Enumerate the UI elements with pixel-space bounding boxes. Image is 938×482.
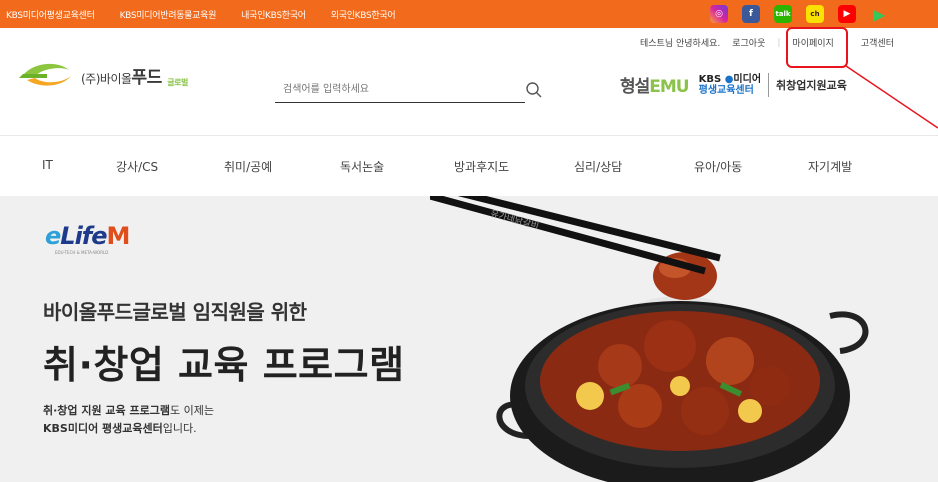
nav-item-child[interactable]: 유아/아동 (694, 158, 742, 175)
link-kbs-korean-native[interactable]: 내국인KBS한국어 (241, 8, 306, 21)
partner-logos: 형설EMU KBS ●미디어 평생교육센터 취창업지원교육 (620, 72, 847, 97)
header-divider (0, 135, 938, 136)
nav-item-it[interactable]: IT (42, 158, 53, 172)
hero-headline-large: 취·창업 교육 프로그램 (43, 343, 405, 387)
instagram-icon[interactable]: ◎ (710, 5, 728, 23)
search-bar (275, 77, 542, 103)
hero-desc1-rest: 도 이제는 (170, 404, 214, 417)
logo-corp: (주)바이올 (81, 71, 132, 86)
top-links: KBS미디어평생교육센터 KBS미디어반려동물교육원 내국인KBS한국어 외국인… (6, 0, 420, 28)
link-kbs-lifelong[interactable]: KBS미디어평생교육센터 (6, 8, 95, 21)
elifem-subtitle: EDU-TECH & META-WORLD (55, 250, 109, 255)
emu-brand: EMU (649, 77, 689, 97)
social-links: ◎ f talk ch ▶ ▶ (710, 5, 888, 24)
hero-banner[interactable]: eLifeM EDU-TECH & META-WORLD 바이올푸드글로벌 임직… (0, 196, 938, 482)
nav-item-psychology[interactable]: 심리/상담 (574, 158, 622, 175)
search-input[interactable] (275, 77, 495, 102)
playstore-icon[interactable]: ▶ (870, 5, 888, 24)
support-link[interactable]: 고객센터 (861, 36, 894, 49)
nav-item-self-dev[interactable]: 자기계발 (808, 158, 852, 175)
hero-description: 취·창업 지원 교육 프로그램도 이제는 KBS미디어 평생교육센터입니다. (43, 402, 214, 438)
link-kbs-pet[interactable]: KBS미디어반려동물교육원 (120, 8, 217, 21)
facebook-icon[interactable]: f (742, 5, 760, 23)
emu-logo[interactable]: 형설EMU (620, 72, 690, 97)
nav-item-hobby-craft[interactable]: 취미/공예 (224, 158, 272, 175)
elifem-life: Life (60, 222, 107, 250)
main-nav: IT 강사/CS 취미/공예 독서논술 방과후지도 심리/상담 유아/아동 자기… (0, 150, 938, 180)
kbs-bottom: 평생교육센터 (698, 84, 754, 96)
logo-text: (주)바이올푸드 글로벌 (81, 63, 188, 88)
logo-swirl-icon (19, 63, 71, 86)
hero-desc2-rest: 입니다. (162, 422, 197, 435)
hero-headline-small: 바이올푸드글로벌 임직원을 위한 (43, 300, 307, 324)
logo-brand: 푸드 (131, 67, 163, 88)
nav-item-instructor-cs[interactable]: 강사/CS (116, 158, 158, 175)
top-bar: KBS미디어평생교육센터 KBS미디어반려동물교육원 내국인KBS한국어 외국인… (0, 0, 938, 28)
dakgalbi-pan-image: 유가네닭갈비 (430, 196, 869, 482)
partner-divider (768, 72, 770, 97)
talk-icon[interactable]: talk (774, 5, 792, 23)
nav-item-after-school[interactable]: 방과후지도 (454, 158, 509, 175)
kbs-mid: 미디어 (733, 73, 762, 85)
greeting-text: 테스트님 안녕하세요. (640, 39, 721, 49)
elifem-e: e (45, 222, 61, 250)
nav-item-reading-essay[interactable]: 독서논술 (340, 158, 384, 175)
elifem-m: M (106, 222, 131, 250)
kakao-icon[interactable]: ch (806, 5, 824, 23)
link-kbs-korean-foreign[interactable]: 외국인KBS한국어 (331, 8, 396, 21)
site-logo[interactable]: (주)바이올푸드 글로벌 (17, 58, 188, 92)
kbs-media-logo[interactable]: KBS ●미디어 평생교육센터 (699, 74, 761, 96)
job-support-logo[interactable]: 취창업지원교육 (776, 77, 847, 93)
util-divider: | (777, 37, 781, 48)
hero-desc2-bold: KBS미디어 평생교육센터 (43, 422, 163, 435)
utility-links: 테스트님 안녕하세요. 로그아웃 | 마이페이지 | 고객센터 (628, 36, 894, 50)
emu-prefix: 형설 (620, 77, 650, 97)
kbs-top: KBS (698, 73, 722, 85)
logout-link[interactable]: 로그아웃 (732, 36, 765, 49)
youtube-icon[interactable]: ▶ (838, 5, 856, 23)
elifem-logo: eLifeM (45, 222, 131, 250)
search-icon[interactable] (525, 81, 543, 99)
logo-sub: 글로벌 (167, 77, 188, 87)
hero-desc1-bold: 취·창업 지원 교육 프로그램 (43, 404, 170, 417)
mypage-highlight-box (786, 27, 848, 68)
